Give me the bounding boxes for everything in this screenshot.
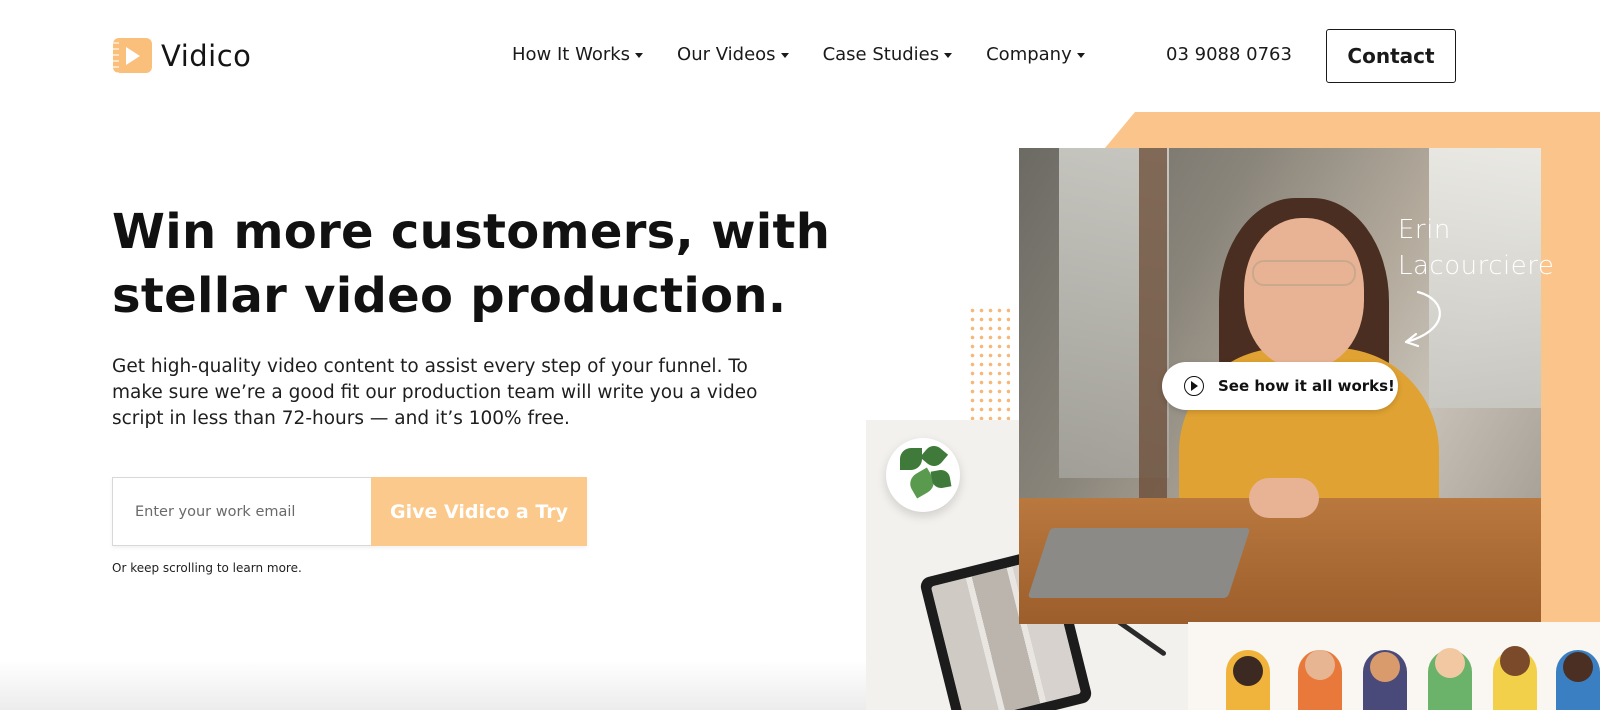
pen-image (1114, 618, 1168, 657)
play-circle-icon (1184, 376, 1204, 396)
people-illustration (1188, 622, 1600, 710)
play-button-label: See how it all works! (1218, 377, 1395, 395)
nav-company[interactable]: Company (986, 44, 1085, 65)
person-last-name: Lacourciere (1398, 251, 1555, 281)
bottom-fade (0, 660, 1000, 710)
person-first-name: Erin (1398, 215, 1451, 245)
headline-line-1: Win more customers, with (112, 204, 831, 260)
scroll-note: Or keep scrolling to learn more. (112, 561, 302, 575)
logo-text: Vidico (161, 38, 252, 73)
nav-label: Case Studies (822, 44, 940, 65)
nav-label: Our Videos (677, 44, 776, 65)
nav-case-studies[interactable]: Case Studies (823, 44, 953, 65)
nav-how-it-works[interactable]: How It Works (512, 44, 644, 65)
caret-down-icon (635, 53, 644, 58)
caret-down-icon (944, 53, 953, 58)
nav-label: Company (986, 44, 1072, 65)
nav-label: How It Works (512, 44, 631, 65)
hero-subcopy: Get high-quality video content to assist… (112, 356, 758, 429)
contact-button[interactable]: Contact (1326, 29, 1456, 83)
email-signup-form: Give Vidico a Try (112, 477, 587, 546)
play-logo-icon (113, 38, 152, 73)
work-email-input[interactable] (112, 477, 371, 546)
person-name-label: Erin Lacourciere (1398, 212, 1554, 284)
caret-down-icon (780, 53, 789, 58)
curved-arrow-icon (1404, 290, 1441, 348)
nav-our-videos[interactable]: Our Videos (677, 44, 789, 65)
caret-down-icon (1076, 53, 1085, 58)
see-how-it-works-button[interactable]: See how it all works! (1162, 362, 1398, 410)
headline-line-2: stellar video production. (112, 268, 787, 324)
plant-image (886, 438, 960, 512)
vidico-logo[interactable]: Vidico (113, 38, 251, 73)
hero-headline: Win more customers, with stellar video p… (112, 200, 832, 328)
phone-number-link[interactable]: 03 9088 0763 (1166, 44, 1292, 65)
give-vidico-a-try-button[interactable]: Give Vidico a Try (371, 477, 587, 546)
main-nav: How It Works Our Videos Case Studies Com… (512, 44, 1085, 65)
